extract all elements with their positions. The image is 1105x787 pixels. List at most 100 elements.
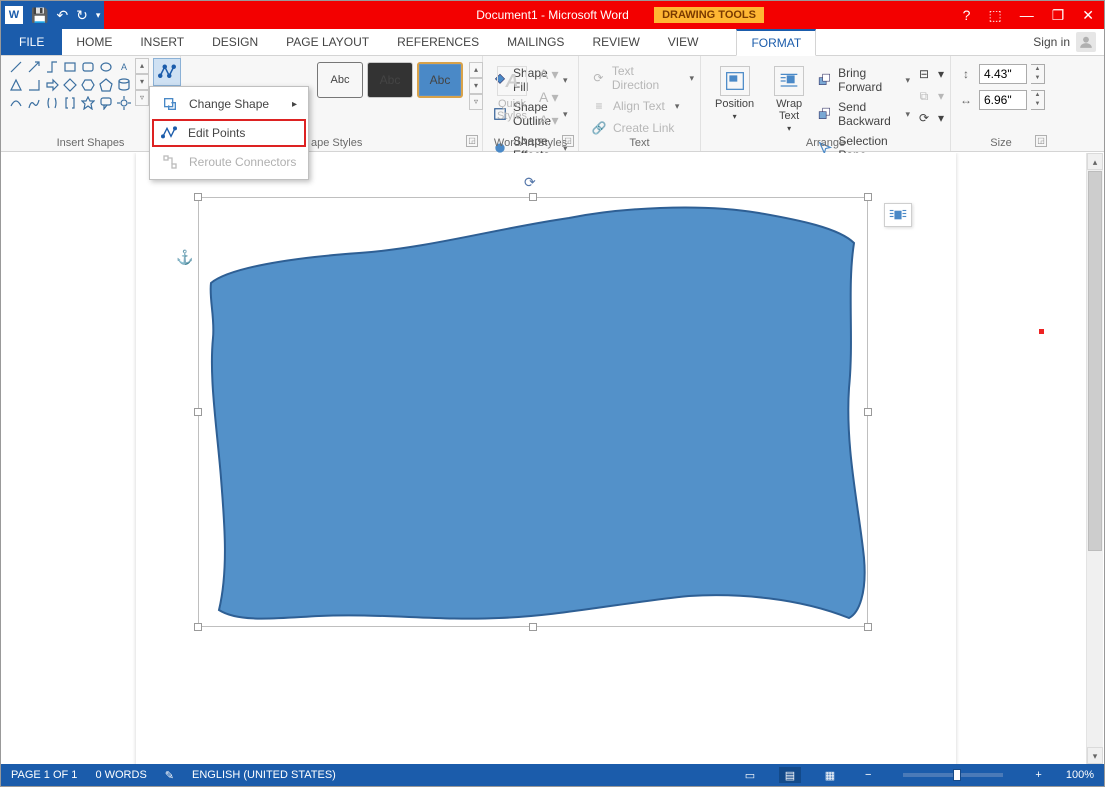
- shape-diamond-icon[interactable]: [61, 76, 79, 94]
- ribbon: A ▴ ▾ ▿: [1, 56, 1104, 152]
- shape-cylinder-icon[interactable]: [115, 76, 133, 94]
- shape-style-thumb-1[interactable]: Abc: [317, 62, 363, 98]
- shape-star-icon[interactable]: [79, 94, 97, 112]
- shape-right-arrow-icon[interactable]: [43, 76, 61, 94]
- shapes-gallery-scroll[interactable]: ▴ ▾ ▿: [135, 58, 149, 106]
- shape-style-thumb-3[interactable]: Abc: [417, 62, 463, 98]
- shape-selection[interactable]: ⟳: [198, 197, 868, 627]
- position-icon: [720, 66, 750, 96]
- tab-page-layout[interactable]: PAGE LAYOUT: [272, 29, 383, 55]
- shape-line-icon[interactable]: [7, 58, 25, 76]
- shape-textbox-icon[interactable]: A: [115, 58, 133, 76]
- close-button[interactable]: ✕: [1082, 7, 1094, 24]
- menu-change-shape[interactable]: Change Shape ▸: [152, 89, 306, 119]
- status-page[interactable]: PAGE 1 OF 1: [11, 769, 77, 781]
- undo-icon[interactable]: ↶: [56, 7, 68, 24]
- bring-forward-button[interactable]: Bring Forward: [818, 66, 910, 94]
- sign-in-link[interactable]: Sign in: [1033, 35, 1070, 49]
- menu-edit-points[interactable]: Edit Points: [152, 119, 306, 147]
- wrap-text-icon: [774, 66, 804, 96]
- rotation-handle[interactable]: ⟳: [524, 174, 542, 192]
- tab-view[interactable]: VIEW: [654, 29, 713, 55]
- zoom-slider-handle[interactable]: [953, 769, 961, 781]
- shape-curve-icon[interactable]: [7, 94, 25, 112]
- freeform-shape[interactable]: [199, 198, 869, 628]
- proofing-icon[interactable]: ✎: [165, 769, 174, 782]
- edit-points-icon: [160, 124, 178, 142]
- tab-design[interactable]: DESIGN: [198, 29, 272, 55]
- shape-height-input[interactable]: [979, 64, 1027, 84]
- shape-width-input[interactable]: [979, 90, 1027, 110]
- shapes-gallery[interactable]: A: [7, 58, 133, 112]
- tab-home[interactable]: HOME: [62, 29, 126, 55]
- status-words[interactable]: 0 WORDS: [95, 769, 146, 781]
- document-area[interactable]: ⚓ ⟳: [1, 153, 1086, 764]
- ribbon-display-options-button[interactable]: ⬚: [988, 7, 1001, 24]
- edit-shape-button[interactable]: [153, 58, 181, 86]
- help-button[interactable]: ?: [963, 7, 971, 23]
- layout-options-button[interactable]: [884, 203, 912, 227]
- zoom-out-button[interactable]: −: [859, 769, 877, 781]
- zoom-slider[interactable]: [903, 773, 1003, 777]
- tab-mailings[interactable]: MAILINGS: [493, 29, 578, 55]
- send-backward-button[interactable]: Send Backward: [818, 100, 910, 128]
- tab-insert[interactable]: INSERT: [126, 29, 198, 55]
- tab-references[interactable]: REFERENCES: [383, 29, 493, 55]
- wordart-dialog-launcher[interactable]: ◲: [562, 135, 574, 147]
- shape-styles-dialog-launcher[interactable]: ◲: [466, 135, 478, 147]
- menu-edit-points-label: Edit Points: [188, 126, 245, 140]
- menu-reroute-connectors-label: Reroute Connectors: [189, 155, 296, 169]
- height-spinner[interactable]: ▲▼: [1031, 64, 1045, 84]
- scroll-up-icon[interactable]: ▴: [135, 58, 149, 74]
- scrollbar-up-icon[interactable]: ▴: [1087, 153, 1103, 170]
- shape-roundrect-icon[interactable]: [79, 58, 97, 76]
- tab-file[interactable]: FILE: [1, 29, 62, 55]
- scrollbar-down-icon[interactable]: ▾: [1087, 747, 1103, 764]
- tab-format[interactable]: FORMAT: [736, 29, 816, 56]
- shape-hexagon-icon[interactable]: [79, 76, 97, 94]
- styles-more-icon[interactable]: ▿: [469, 94, 483, 110]
- shape-freeform-icon[interactable]: [25, 94, 43, 112]
- redo-icon[interactable]: ↻: [76, 7, 88, 24]
- tab-review[interactable]: REVIEW: [578, 29, 653, 55]
- status-language[interactable]: ENGLISH (UNITED STATES): [192, 769, 336, 781]
- shape-bracket-icon[interactable]: [61, 94, 79, 112]
- shape-style-thumb-2[interactable]: Abc: [367, 62, 413, 98]
- text-effects-button: A ▾: [539, 112, 558, 129]
- scrollbar-thumb[interactable]: [1088, 171, 1102, 551]
- align-button[interactable]: ⊟▾: [916, 66, 944, 82]
- width-spinner[interactable]: ▲▼: [1031, 90, 1045, 110]
- qat-customize-icon[interactable]: ▾: [96, 10, 101, 21]
- shape-brace-icon[interactable]: [43, 94, 61, 112]
- menu-reroute-connectors: Reroute Connectors: [152, 147, 306, 177]
- zoom-in-button[interactable]: +: [1029, 769, 1047, 781]
- scroll-down-icon[interactable]: ▾: [135, 74, 149, 90]
- styles-scroll-down-icon[interactable]: ▾: [469, 78, 483, 94]
- restore-button[interactable]: ❐: [1052, 7, 1065, 24]
- read-mode-button[interactable]: ▭: [739, 767, 761, 783]
- gallery-more-icon[interactable]: ▿: [135, 90, 149, 106]
- title-bar: W 💾 ↶ ↻ ▾ Document1 - Microsoft Word DRA…: [1, 1, 1104, 29]
- shape-pentagon-icon[interactable]: [97, 76, 115, 94]
- size-dialog-launcher[interactable]: ◲: [1035, 135, 1047, 147]
- shape-triangle-icon[interactable]: [7, 76, 25, 94]
- shape-arrow-icon[interactable]: [25, 58, 43, 76]
- align-text-button: ≡Align Text: [591, 98, 694, 114]
- styles-scroll-up-icon[interactable]: ▴: [469, 62, 483, 78]
- print-layout-button[interactable]: ▤: [779, 767, 801, 783]
- shape-elbow-arrow-icon[interactable]: [25, 76, 43, 94]
- window-title: Document1 - Microsoft Word: [1, 8, 1104, 22]
- vertical-scrollbar[interactable]: ▴ ▾: [1086, 153, 1103, 764]
- save-icon[interactable]: 💾: [31, 7, 48, 24]
- shape-oval-icon[interactable]: [97, 58, 115, 76]
- rotate-button[interactable]: ⟳▾: [916, 110, 944, 126]
- shape-rect-icon[interactable]: [61, 58, 79, 76]
- avatar-icon[interactable]: [1076, 32, 1096, 52]
- minimize-button[interactable]: —: [1020, 7, 1034, 23]
- zoom-level[interactable]: 100%: [1066, 769, 1094, 781]
- shape-elbow-icon[interactable]: [43, 58, 61, 76]
- shape-styles-scroll[interactable]: ▴ ▾ ▿: [469, 62, 483, 104]
- shape-callout-icon[interactable]: [97, 94, 115, 112]
- web-layout-button[interactable]: ▦: [819, 767, 841, 783]
- shape-sun-icon[interactable]: [115, 94, 133, 112]
